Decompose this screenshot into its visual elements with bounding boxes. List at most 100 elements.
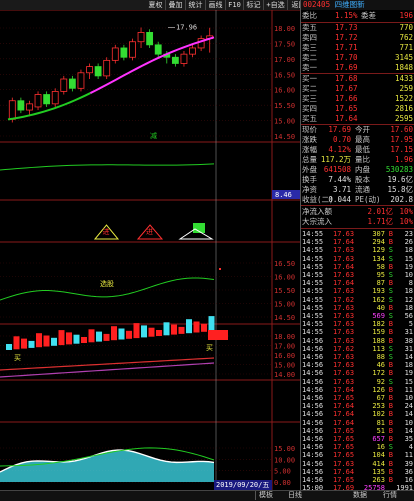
tick-row[interactable]: 14:56 17.64 126 B 11 <box>301 386 414 394</box>
tick-count: 14 <box>404 353 413 361</box>
stat-value: 17.60 <box>390 125 413 134</box>
tick-count: 18 <box>404 246 413 255</box>
toolbar-item-1[interactable]: 叠加 <box>166 0 186 10</box>
axis-label: 16.50 <box>274 71 295 79</box>
tick-row[interactable]: 14:56 17.65 263 B 16 <box>301 476 414 484</box>
tick-row[interactable]: 14:56 17.62 113 S 31 <box>301 345 414 353</box>
bid-row[interactable]: 买五 17.64 2595 <box>301 114 414 124</box>
ask-row[interactable]: 卖一 17.69 1848 <box>301 63 414 73</box>
tab-template[interactable]: 模板 <box>255 491 276 500</box>
tick-time: 14:55 <box>302 295 324 304</box>
tick-row[interactable]: 14:55 17.64 87 B 8 <box>301 279 414 287</box>
bid-price: 17.65 <box>335 104 358 113</box>
toolbar-item-6[interactable]: +自选 <box>264 0 288 10</box>
tick-row[interactable]: 14:55 17.63 569 S 56 <box>301 312 414 320</box>
tick-row[interactable]: 14:55 17.63 129 S 18 <box>301 246 414 254</box>
tick-volume: 113 <box>372 344 385 353</box>
toolbar-item-5[interactable]: 标记 <box>244 0 264 10</box>
ask-row[interactable]: 卖五 17.73 770 <box>301 23 414 33</box>
buy-label: 买 <box>14 354 21 362</box>
tick-row[interactable]: 14:56 17.65 16 S 4 <box>301 443 414 451</box>
tick-row[interactable]: 14:55 17.63 193 S 18 <box>301 287 414 295</box>
indicator-block <box>133 323 140 339</box>
tick-volume: 67 <box>376 394 385 402</box>
tab-data[interactable]: 数据 <box>350 491 370 500</box>
tick-row[interactable]: 14:56 17.63 188 B 38 <box>301 337 414 345</box>
tick-row[interactable]: 14:56 17.63 88 S 14 <box>301 353 414 361</box>
tick-row[interactable]: 14:56 17.65 104 B 11 <box>301 451 414 459</box>
bid-price: 17.67 <box>335 84 358 93</box>
tick-count: 18 <box>404 361 413 370</box>
kline-chart-area[interactable]: 17.96减 8.46 进进 选股 买买 18.0017.5017.0016.5… <box>0 10 300 490</box>
signal-label: 进 <box>146 228 153 236</box>
tick-price: 17.64 <box>333 402 355 411</box>
tick-time: 14:56 <box>302 402 324 411</box>
ask-price: 17.70 <box>335 53 358 62</box>
signal-label: 进 <box>103 228 110 236</box>
indicator-block <box>58 330 65 346</box>
toolbar-item-3[interactable]: 画线 <box>206 0 226 10</box>
toolbar-item-4[interactable]: F10 <box>226 0 244 10</box>
stat-label: 股本 <box>355 175 370 184</box>
tick-price: 17.63 <box>333 336 355 345</box>
tick-row[interactable]: 14:56 17.65 67 B 10 <box>301 394 414 402</box>
tick-row[interactable]: 14:55 17.63 307 B 23 <box>301 230 414 238</box>
tick-price: 17.64 <box>333 418 355 427</box>
bid-row[interactable]: 买一 17.68 1433 <box>301 74 414 84</box>
signal-marker: 减 <box>150 131 157 140</box>
axis-label: 17.00 <box>274 56 295 64</box>
axis-label: 18.00 <box>274 25 295 33</box>
tick-price: 17.63 <box>333 254 355 263</box>
tick-row[interactable]: 14:56 17.64 253 B 24 <box>301 402 414 410</box>
tick-row[interactable]: 14:55 17.63 182 B 5 <box>301 320 414 328</box>
tick-price: 17.62 <box>333 295 355 304</box>
tick-time: 14:55 <box>302 271 324 279</box>
tick-row[interactable]: 14:56 17.63 414 B 39 <box>301 460 414 468</box>
toolbar-item-2[interactable]: 统计 <box>186 0 206 10</box>
ask-row[interactable]: 卖三 17.71 771 <box>301 43 414 53</box>
tick-row[interactable]: 14:55 17.64 58 B 19 <box>301 263 414 271</box>
tick-count: 26 <box>404 238 413 247</box>
tick-row[interactable]: 14:56 17.64 102 B 14 <box>301 410 414 418</box>
tick-time: 14:56 <box>302 459 324 468</box>
tick-direction: B <box>388 459 393 468</box>
tick-row[interactable]: 14:56 17.63 172 B 19 <box>301 369 414 377</box>
candle-body <box>68 78 76 89</box>
tick-row[interactable]: 14:55 17.63 134 S 15 <box>301 255 414 263</box>
ask-row[interactable]: 卖四 17.72 762 <box>301 33 414 43</box>
candle-body <box>17 100 25 111</box>
tick-row[interactable]: 14:55 17.64 294 B 26 <box>301 238 414 246</box>
tick-row[interactable]: 14:56 17.63 46 B 18 <box>301 361 414 369</box>
bid-volume: 259 <box>399 84 413 93</box>
stat-value: 17.15 <box>390 145 413 154</box>
tick-row[interactable]: 14:56 17.64 135 B 36 <box>301 468 414 476</box>
tick-row[interactable]: 14:55 17.63 40 B 18 <box>301 304 414 312</box>
tick-direction: S <box>388 271 393 279</box>
ask-row[interactable]: 卖二 17.70 3145 <box>301 53 414 63</box>
tick-direction: B <box>388 418 393 427</box>
tick-time: 14:55 <box>302 320 324 329</box>
bid-row[interactable]: 买四 17.65 2816 <box>301 104 414 114</box>
bid-row[interactable]: 买三 17.66 1522 <box>301 94 414 104</box>
tick-count: 10 <box>404 394 413 402</box>
tick-volume: 58 <box>376 262 385 271</box>
tab-daily[interactable]: 日线 <box>285 491 305 500</box>
indicator-block <box>193 321 200 333</box>
tick-direction: B <box>388 328 393 337</box>
toolbar-item-0[interactable]: 夏权 <box>146 0 166 10</box>
indicator-block <box>186 319 192 334</box>
flow-value: 2.01亿 <box>367 207 393 216</box>
stat-row: 现价 17.69 今开 17.60 <box>301 125 414 135</box>
bid-row[interactable]: 买二 17.67 259 <box>301 84 414 94</box>
tick-row[interactable]: 14:56 17.65 657 B 35 <box>301 435 414 443</box>
candle-body <box>171 56 179 64</box>
tab-quote[interactable]: 行情 <box>380 491 400 500</box>
tick-count: 16 <box>404 476 413 484</box>
tick-row[interactable]: 14:55 17.63 95 S 10 <box>301 271 414 279</box>
tick-row[interactable]: 14:56 17.64 81 B 10 <box>301 419 414 427</box>
tick-row[interactable]: 14:56 17.63 92 S 15 <box>301 378 414 386</box>
tick-row[interactable]: 14:55 17.63 159 B 31 <box>301 328 414 336</box>
tick-row[interactable]: 14:55 17.62 162 S 12 <box>301 296 414 304</box>
tick-row[interactable]: 14:56 17.65 51 B 14 <box>301 427 414 435</box>
tick-price: 17.65 <box>333 476 355 484</box>
